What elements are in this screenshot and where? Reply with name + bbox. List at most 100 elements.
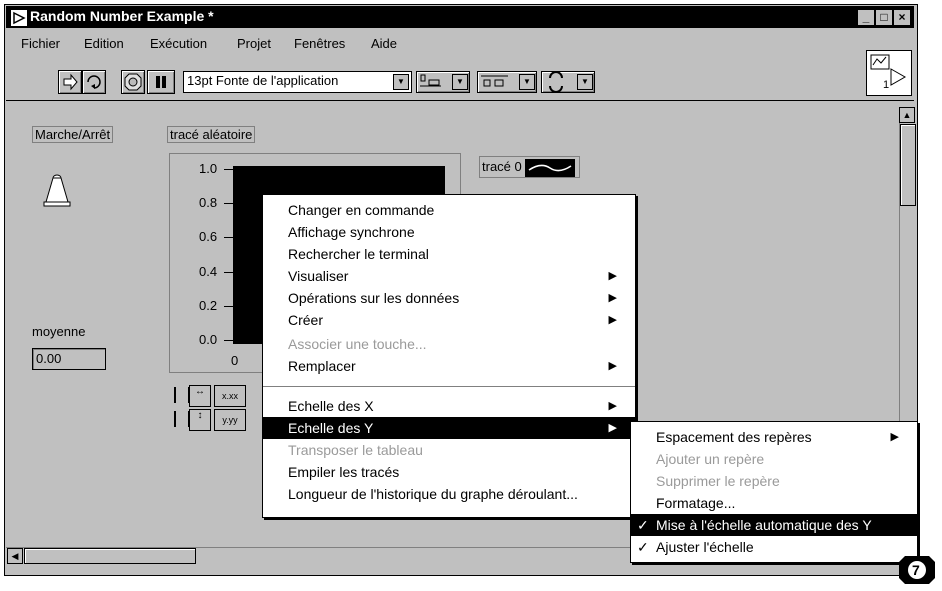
checkmark-icon: ✓ (637, 539, 649, 555)
boolean-switch[interactable] (42, 170, 72, 213)
pause-icon (156, 76, 166, 88)
horizontal-scroll-thumb[interactable] (24, 548, 196, 564)
align-icon (420, 74, 441, 87)
submenu-item-label: Supprimer le repère (656, 473, 780, 489)
up-arrow-icon: ▲ (902, 110, 912, 120)
abort-icon (124, 73, 142, 91)
vertical-scroll-thumb[interactable] (900, 124, 916, 206)
submenu-item-label: Ajuster l'échelle (656, 539, 754, 555)
context-menu-item: Associer une touche... (263, 333, 635, 355)
context-menu-item[interactable]: Visualiser ▶ (263, 265, 635, 287)
mean-value: 0.00 (36, 351, 62, 366)
format-y-button[interactable]: y.yy (214, 409, 246, 431)
submenu-item[interactable]: Espacement des repères ▶ (631, 426, 917, 448)
abort-button[interactable] (121, 70, 145, 94)
context-menu-item-label: Associer une touche... (288, 336, 427, 352)
step-badge: 7 (897, 552, 937, 588)
y-tick-label: 0.6 (199, 229, 218, 245)
submenu-item-label: Espacement des repères (656, 429, 812, 445)
submenu-item-label: Ajouter un repère (656, 451, 765, 467)
plot-legend-name: tracé 0 (482, 159, 522, 174)
context-menu-item[interactable]: Echelle des Y ▶ (263, 417, 635, 439)
context-menu-item[interactable]: Echelle des X ▶ (263, 395, 635, 417)
submenu-item: Supprimer le repère (631, 470, 917, 492)
context-menu-item-label: Echelle des Y (288, 420, 374, 436)
scroll-up-button[interactable]: ▲ (899, 107, 915, 123)
chevron-down-icon: ▼ (452, 74, 468, 90)
run-continuously-button[interactable] (82, 70, 106, 94)
context-menu-item: Transposer le tableau (263, 439, 635, 461)
align-objects-dropdown[interactable]: ▼ (416, 71, 470, 93)
context-menu-item[interactable]: Remplacer ▶ (263, 355, 635, 377)
context-menu: Changer en commande Affichage synchrone Re… (262, 194, 636, 518)
menu-edition[interactable]: Edition (84, 36, 124, 51)
plot-legend[interactable]: tracé 0 (479, 156, 581, 178)
menu-fichier[interactable]: Fichier (21, 36, 60, 51)
context-menu-item[interactable]: Changer en commande (263, 199, 635, 221)
menu-aide[interactable]: Aide (371, 36, 397, 51)
format-x-button[interactable]: x.xx (214, 385, 246, 407)
distribute-icon (481, 75, 508, 87)
panel-divider (6, 100, 914, 101)
context-menu-item[interactable]: Opérations sur les données ▶ (263, 287, 635, 309)
context-menu-item[interactable]: Affichage synchrone (263, 221, 635, 243)
distribute-objects-dropdown[interactable]: ▼ (477, 71, 537, 93)
toggle-switch-icon (43, 174, 71, 207)
y-tick-mark (224, 340, 233, 341)
submenu-arrow-icon: ▶ (890, 431, 899, 443)
context-menu-item[interactable]: Empiler les tracés (263, 461, 635, 483)
y-tick-mark (224, 271, 233, 273)
context-menu-item-label: Transposer le tableau (288, 442, 423, 458)
x-tick-label: 0 (231, 353, 239, 368)
switch-label: Marche/Arrêt (32, 126, 114, 143)
window-title: Random Number Example * (30, 8, 214, 24)
chart-label: tracé aléatoire (167, 126, 256, 143)
y-tick-mark (224, 169, 233, 170)
menu-execution[interactable]: Exécution (150, 36, 207, 51)
submenu-arrow-icon: ▶ (608, 400, 617, 412)
context-menu-item-label: Affichage synchrone (288, 224, 415, 240)
menu-separator (263, 386, 635, 387)
lock-y-icon[interactable] (174, 411, 190, 427)
context-menu-item-label: Rechercher le terminal (288, 246, 429, 262)
submenu-item[interactable]: ✓ Ajuster l'échelle (631, 536, 917, 558)
mean-label: moyenne (32, 324, 86, 339)
left-arrow-icon: ◀ (11, 551, 19, 561)
lock-x-icon[interactable] (174, 387, 190, 403)
context-menu-item-label: Visualiser (288, 268, 349, 284)
y-tick-mark (224, 203, 233, 205)
plot-line-sample-icon (525, 158, 576, 177)
submenu-item[interactable]: Formatage... (631, 492, 917, 514)
chevron-down-icon[interactable]: ▼ (393, 74, 409, 90)
run-arrow-icon (63, 73, 78, 91)
reorder-objects-dropdown[interactable]: ▼ (541, 71, 595, 93)
submenu-arrow-icon: ▶ (608, 314, 617, 326)
chevron-down-icon: ▼ (577, 74, 593, 90)
vi-icon-number: 1 (883, 79, 890, 91)
submenu-item: Ajouter un repère (631, 448, 917, 470)
minimize-button[interactable]: _ (857, 9, 875, 26)
y-tick-mark (224, 305, 233, 307)
menu-fenetres[interactable]: Fenêtres (294, 36, 345, 51)
y-tick-label: 1.0 (199, 161, 218, 176)
context-menu-item[interactable]: Créer ▶ (263, 309, 635, 331)
y-tick-label: 0.2 (199, 297, 218, 313)
autoscale-y-button[interactable]: ↕ (189, 409, 211, 431)
context-menu-item[interactable]: Longueur de l'historique du graphe dérou… (263, 483, 635, 505)
submenu-arrow-icon: ▶ (608, 360, 617, 372)
context-menu-item-label: Créer (288, 312, 324, 328)
context-menu-item-label: Echelle des X (288, 398, 374, 414)
close-button[interactable]: × (893, 9, 911, 26)
context-menu-item-label: Changer en commande (288, 202, 435, 218)
menu-projet[interactable]: Projet (237, 36, 271, 51)
pause-button[interactable] (147, 70, 175, 94)
submenu-item[interactable]: ✓ Mise à l'échelle automatique des Y (631, 514, 917, 536)
maximize-button[interactable]: □ (875, 9, 893, 26)
scroll-left-button[interactable]: ◀ (7, 548, 23, 564)
vi-icon-pane[interactable]: 1 (866, 50, 912, 96)
y-tick-label: 0.4 (199, 263, 218, 279)
run-button[interactable] (58, 70, 82, 94)
context-menu-item[interactable]: Rechercher le terminal (263, 243, 635, 265)
autoscale-x-button[interactable]: ↔ (189, 385, 211, 407)
y-tick-label: 0.8 (199, 195, 218, 211)
